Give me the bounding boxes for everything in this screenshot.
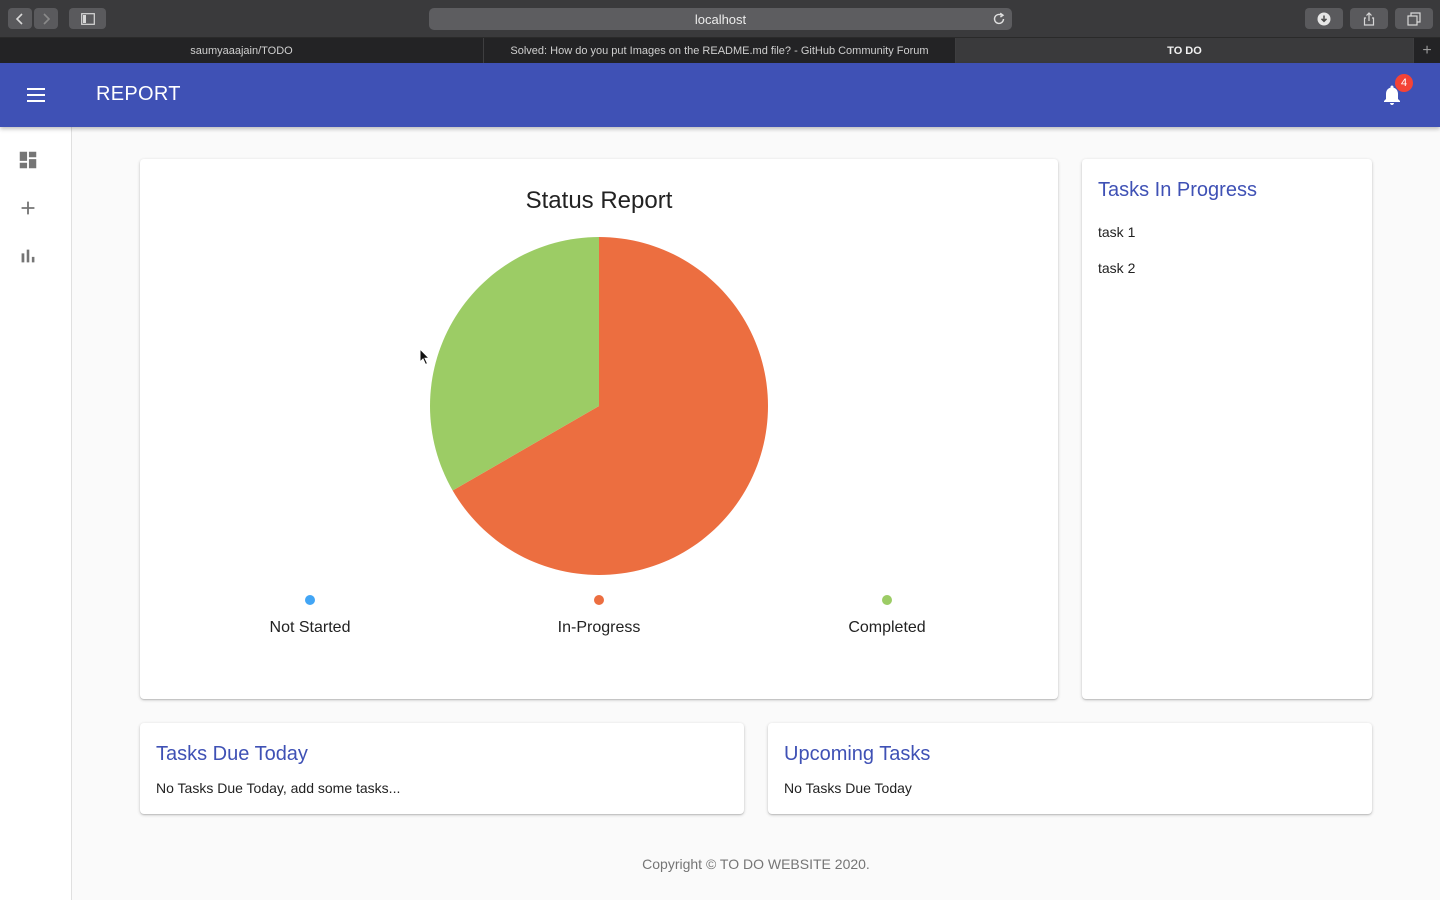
upcoming-tasks-card: Upcoming Tasks No Tasks Due Today	[768, 723, 1372, 814]
download-icon	[1317, 12, 1331, 25]
legend-marker	[305, 595, 315, 605]
empty-message: No Tasks Due Today	[784, 780, 912, 796]
tabs-icon	[1407, 11, 1421, 26]
legend-item-completed[interactable]: Completed	[807, 595, 967, 637]
downloads-button[interactable]	[1305, 8, 1343, 29]
sidebar-item-report[interactable]	[16, 244, 40, 268]
bar-chart-icon	[21, 249, 35, 263]
tab-label: saumyaaajain/TODO	[190, 44, 293, 57]
legend-marker	[882, 595, 892, 605]
tab-github-forum[interactable]: Solved: How do you put Images on the REA…	[484, 38, 956, 63]
tab-github-repo[interactable]: saumyaaajain/TODO	[0, 38, 484, 63]
sidebar-icon	[80, 12, 95, 25]
task-item[interactable]: task 1	[1098, 224, 1135, 240]
task-item[interactable]: task 2	[1098, 260, 1135, 276]
sidebar-item-dashboard[interactable]	[16, 148, 40, 172]
tasks-due-today-card: Tasks Due Today No Tasks Due Today, add …	[140, 723, 744, 814]
new-tab-button[interactable]: +	[1414, 38, 1440, 63]
back-button[interactable]	[8, 8, 32, 29]
share-icon	[1363, 11, 1375, 26]
page-title: REPORT	[96, 83, 181, 105]
footer-copyright: Copyright © TO DO WEBSITE 2020.	[642, 856, 870, 872]
legend-item-not-started[interactable]: Not Started	[230, 595, 390, 637]
tab-overview-button[interactable]	[1395, 8, 1433, 29]
tab-label: Solved: How do you put Images on the REA…	[510, 44, 929, 57]
hamburger-icon	[27, 88, 45, 102]
reload-icon[interactable]	[992, 12, 1006, 26]
url-text: localhost	[694, 11, 747, 27]
status-report-card: Status Report Not Started In-Progress Co…	[140, 159, 1058, 699]
plus-icon: +	[1422, 41, 1432, 59]
add-icon	[21, 201, 35, 215]
legend-marker	[594, 595, 604, 605]
sidebar-item-add-task[interactable]	[16, 196, 40, 220]
legend-label: In-Progress	[557, 619, 641, 636]
sidebar-toggle-button[interactable]	[69, 8, 106, 29]
tab-label: TO DO	[1167, 44, 1202, 57]
status-pie-chart	[430, 237, 768, 575]
notification-badge: 4	[1395, 74, 1413, 92]
address-bar[interactable]: localhost	[429, 8, 1012, 30]
tab-todo[interactable]: TO DO	[956, 38, 1414, 63]
legend-label: Not Started	[269, 619, 351, 636]
card-title: Upcoming Tasks	[784, 743, 931, 765]
legend-label: Completed	[848, 619, 926, 636]
app-bar: REPORT 4	[0, 63, 1440, 127]
share-button[interactable]	[1350, 8, 1388, 29]
browser-toolbar: localhost	[0, 0, 1440, 38]
sidebar	[0, 127, 72, 900]
dashboard-icon	[19, 151, 37, 169]
chart-title: Status Report	[525, 187, 673, 214]
card-title: Tasks Due Today	[156, 743, 308, 765]
card-title: Tasks In Progress	[1098, 179, 1257, 201]
menu-button[interactable]	[20, 79, 52, 111]
tab-bar: saumyaaajain/TODO Solved: How do you put…	[0, 38, 1440, 63]
chevron-right-icon	[43, 12, 51, 25]
chevron-left-icon	[15, 12, 23, 25]
empty-message: No Tasks Due Today, add some tasks...	[156, 780, 401, 796]
mouse-cursor-icon	[419, 348, 431, 366]
legend-item-in-progress[interactable]: In-Progress	[519, 595, 679, 637]
tasks-in-progress-card: Tasks In Progress task 1 task 2	[1082, 159, 1372, 699]
forward-button[interactable]	[34, 8, 58, 29]
